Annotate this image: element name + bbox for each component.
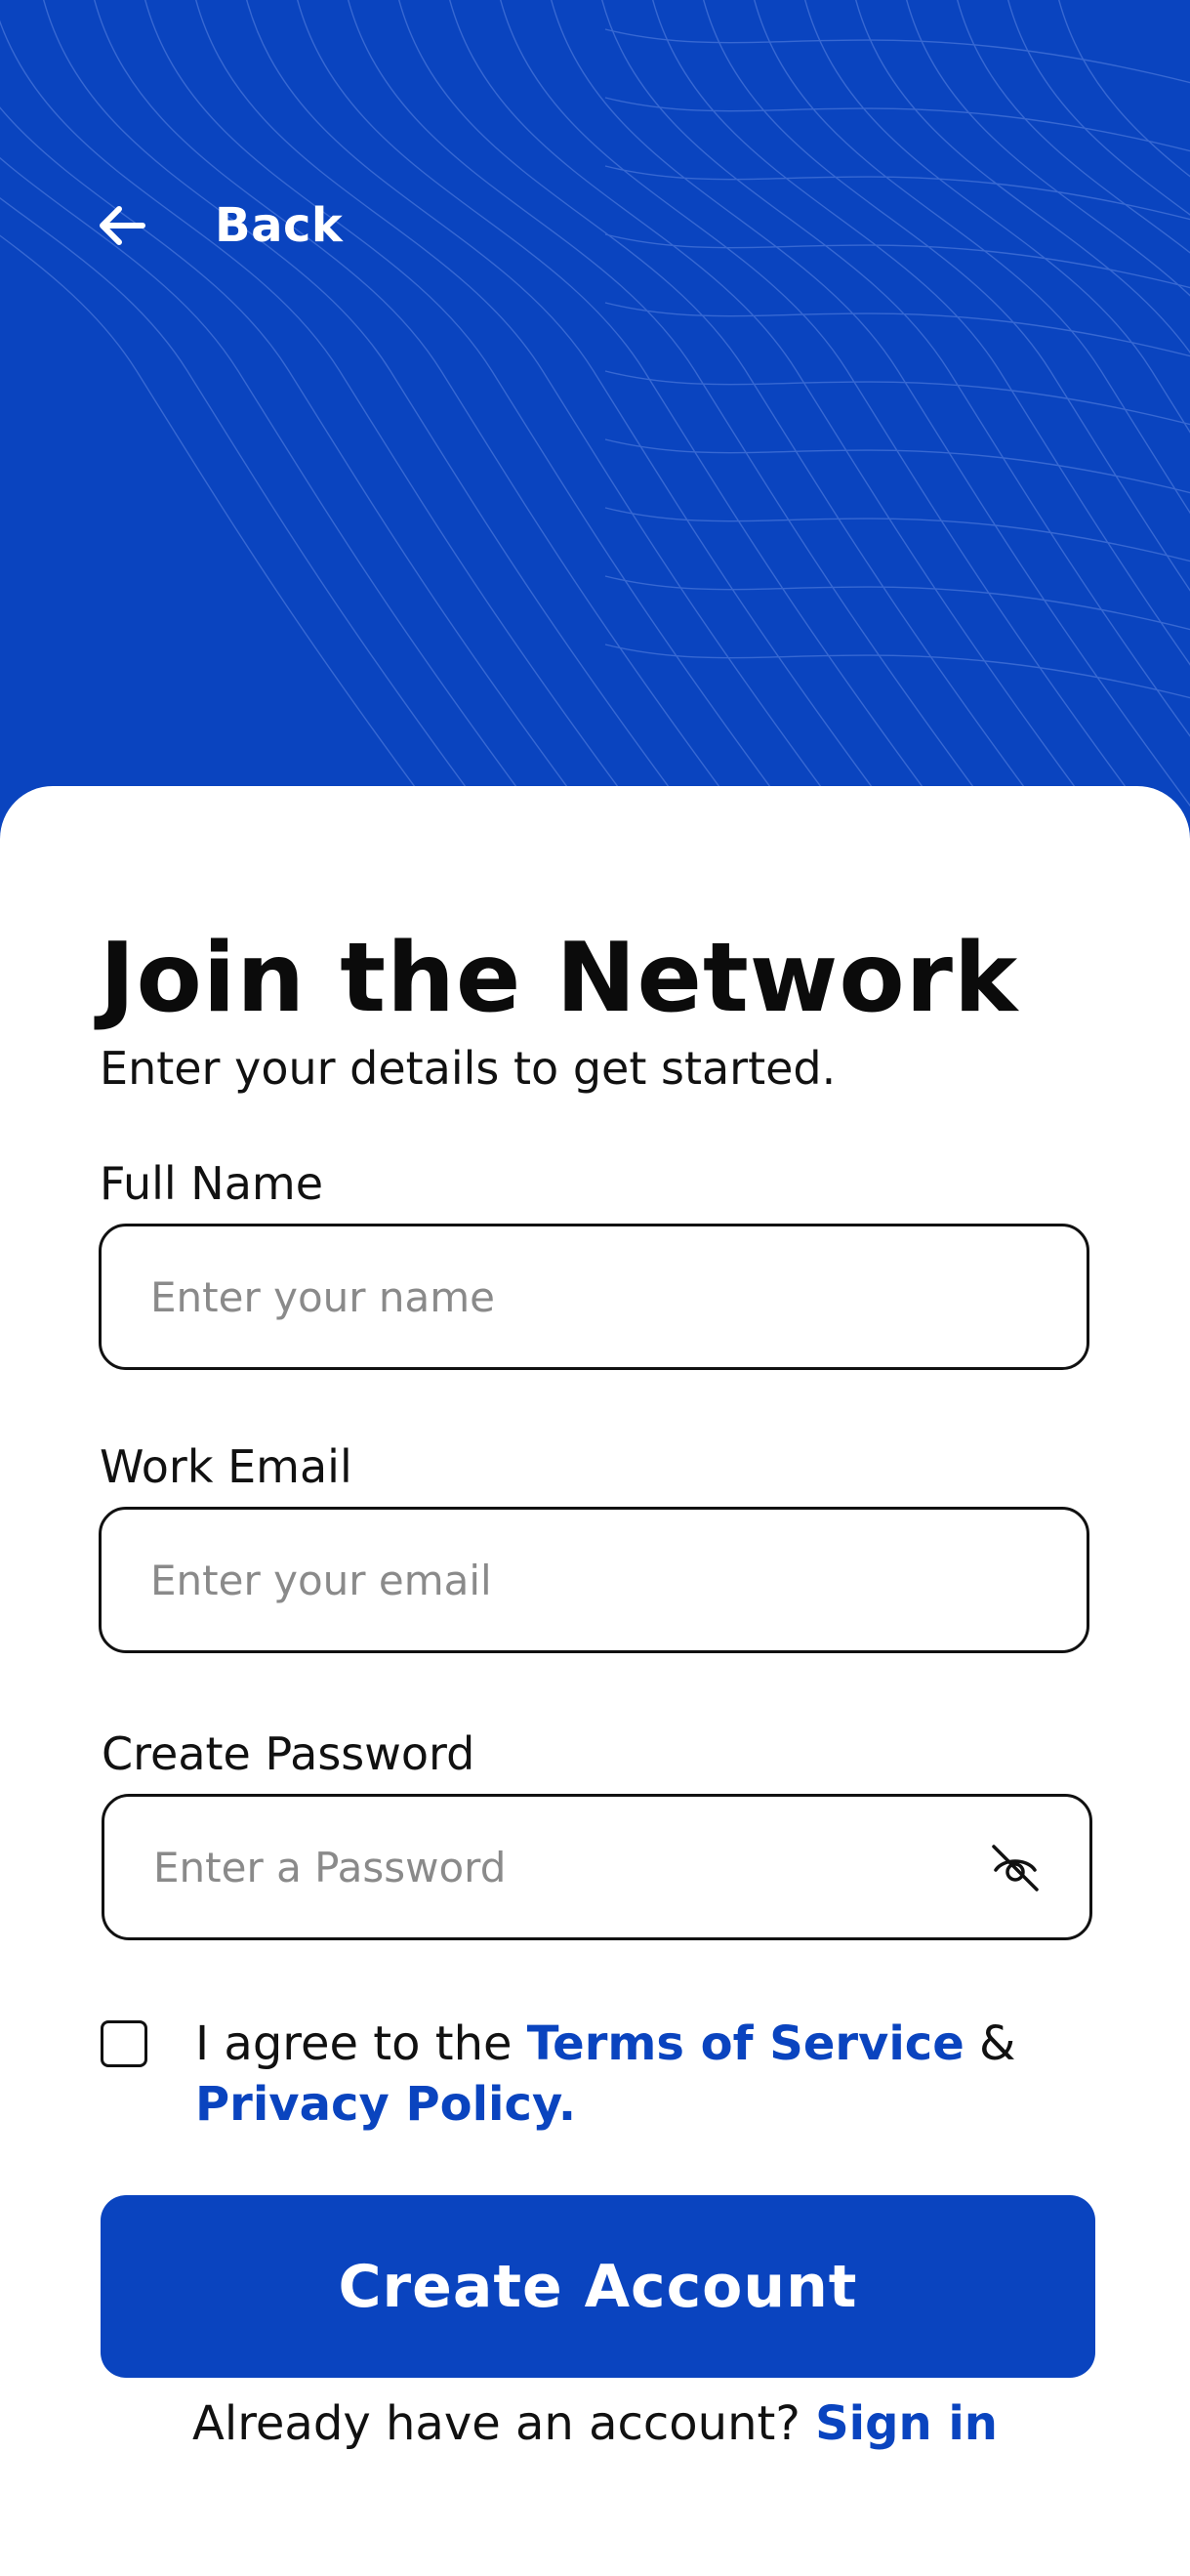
signup-card: Join the Network Enter your details to g… bbox=[0, 786, 1190, 2576]
contour-line bbox=[604, 370, 1190, 426]
contour-line bbox=[604, 644, 1190, 699]
password-field[interactable] bbox=[102, 1794, 1092, 1940]
full-name-label: Full Name bbox=[100, 1157, 323, 1210]
contour-line bbox=[551, 0, 1190, 808]
arrow-left-icon bbox=[100, 206, 145, 245]
contour-line bbox=[449, 0, 1115, 840]
terms-of-service-link[interactable]: Terms of Service bbox=[527, 2016, 964, 2071]
contour-line bbox=[0, 156, 556, 840]
contour-line bbox=[652, 0, 1190, 666]
work-email-field[interactable] bbox=[99, 1507, 1089, 1653]
full-name-input[interactable] bbox=[150, 1272, 951, 1321]
contour-line bbox=[94, 0, 759, 840]
contour-line bbox=[604, 507, 1190, 562]
terms-checkbox[interactable] bbox=[101, 2020, 147, 2067]
password-input[interactable] bbox=[153, 1843, 954, 1891]
contour-line bbox=[601, 0, 1190, 737]
terms-joiner: & bbox=[964, 2016, 1031, 2071]
sign-in-link[interactable]: Sign in bbox=[815, 2396, 998, 2451]
page-title: Join the Network bbox=[100, 923, 1019, 1034]
contour-line bbox=[604, 97, 1190, 152]
back-button[interactable]: Back bbox=[96, 191, 343, 260]
signin-prompt: Already have an account? bbox=[192, 2396, 816, 2451]
contour-pattern bbox=[0, 0, 1190, 840]
contour-line bbox=[855, 0, 1190, 353]
back-label: Back bbox=[215, 198, 344, 253]
contour-line bbox=[604, 28, 1190, 84]
contour-line bbox=[348, 0, 1013, 840]
contour-line bbox=[0, 106, 607, 840]
signin-row: Already have an account? Sign in bbox=[0, 2396, 1190, 2451]
contour-line bbox=[144, 0, 810, 840]
contour-line bbox=[0, 197, 506, 840]
contour-line bbox=[604, 165, 1190, 221]
contour-line bbox=[500, 0, 1166, 840]
work-email-label: Work Email bbox=[100, 1440, 352, 1493]
terms-prefix: I agree to the bbox=[195, 2016, 527, 2071]
terms-text: I agree to the Terms of Service & Privac… bbox=[195, 2014, 1074, 2135]
contour-line bbox=[703, 0, 1190, 592]
contour-line bbox=[195, 0, 861, 840]
header-banner: Back bbox=[0, 0, 1190, 840]
contour-line bbox=[0, 234, 455, 840]
contour-line bbox=[297, 0, 963, 840]
work-email-input[interactable] bbox=[150, 1556, 951, 1604]
privacy-policy-link[interactable]: Privacy Policy. bbox=[195, 2077, 576, 2132]
contour-line bbox=[604, 302, 1190, 357]
eye-off-icon[interactable] bbox=[988, 1841, 1043, 1895]
contour-line bbox=[906, 0, 1190, 297]
page-subtitle: Enter your details to get started. bbox=[100, 1042, 837, 1095]
contour-line bbox=[246, 0, 912, 840]
password-label: Create Password bbox=[102, 1727, 475, 1780]
contour-line bbox=[398, 0, 1064, 840]
create-account-button[interactable]: Create Account bbox=[101, 2195, 1095, 2378]
contour-line bbox=[0, 20, 658, 840]
contour-line bbox=[43, 0, 709, 840]
full-name-field[interactable] bbox=[99, 1224, 1089, 1370]
